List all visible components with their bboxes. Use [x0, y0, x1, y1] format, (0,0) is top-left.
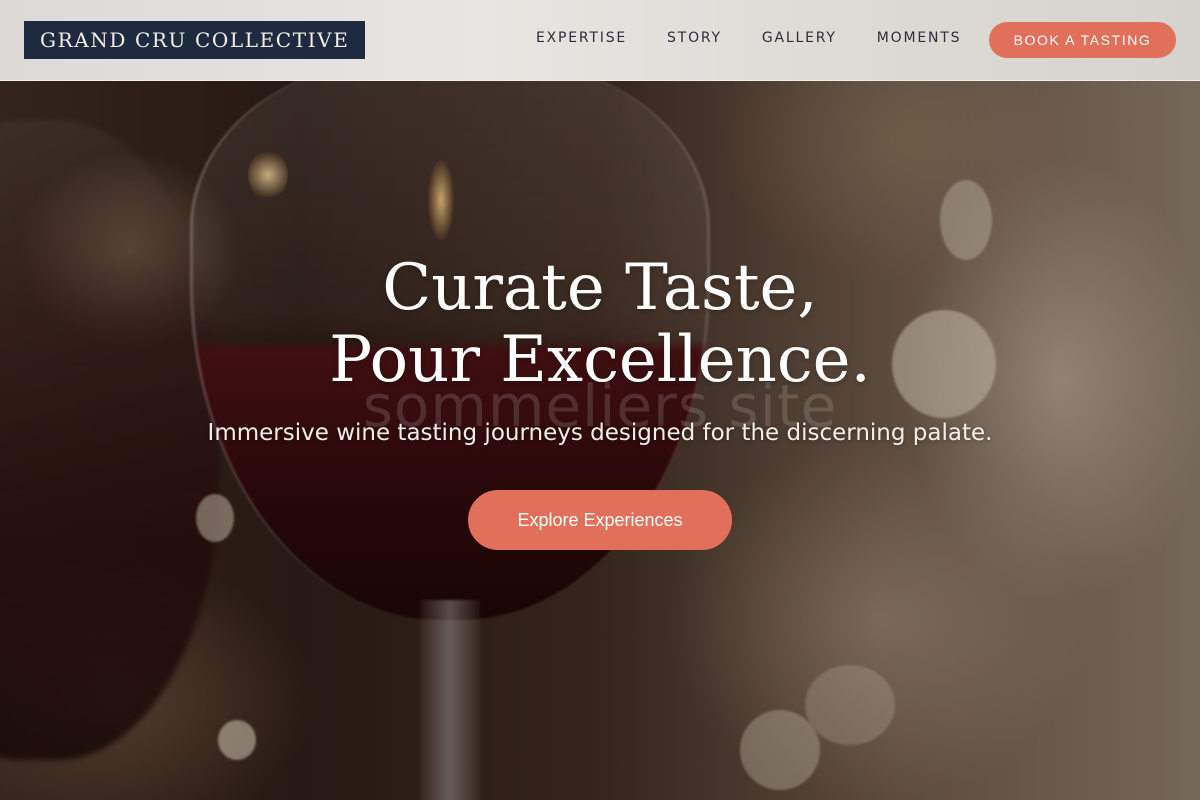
- hero-section: sommeliers site Curate Taste, Pour Excel…: [0, 0, 1200, 800]
- hero-headline: Curate Taste, Pour Excellence.: [329, 251, 871, 397]
- explore-experiences-button[interactable]: Explore Experiences: [468, 490, 732, 550]
- hero-subtitle: Immersive wine tasting journeys designed…: [207, 420, 993, 446]
